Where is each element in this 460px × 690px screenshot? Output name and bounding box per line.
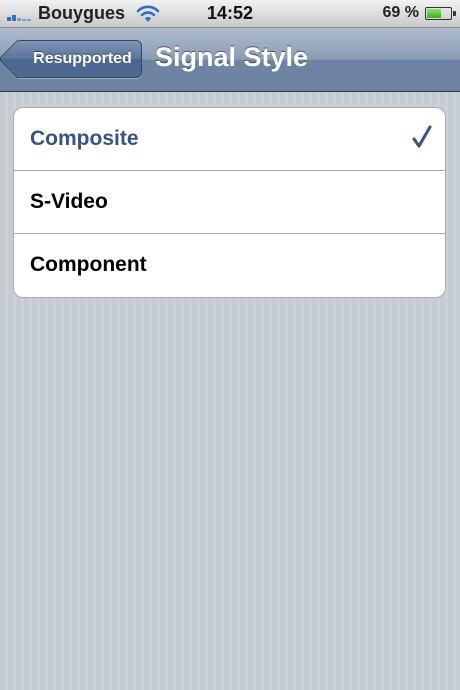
option-composite[interactable]: Composite: [14, 108, 445, 171]
back-button-label: Resupported: [33, 50, 132, 67]
page-title: Signal Style: [155, 42, 309, 72]
battery-icon: [425, 7, 456, 20]
navigation-bar: Resupported Signal Style: [0, 28, 460, 92]
option-label: Composite: [30, 127, 139, 150]
back-button[interactable]: Resupported: [18, 40, 142, 78]
battery-fill: [427, 9, 442, 18]
status-bar: Bouygues 14:52 69 %: [0, 0, 460, 28]
signal-style-list: Composite S-Video Component: [13, 107, 446, 298]
option-s-video[interactable]: S-Video: [14, 171, 445, 234]
option-label: Component: [30, 253, 147, 276]
option-component[interactable]: Component: [14, 234, 445, 297]
option-label: S-Video: [30, 190, 108, 213]
checkmark-icon: [412, 125, 432, 148]
battery-percent: 69 %: [382, 4, 419, 21]
